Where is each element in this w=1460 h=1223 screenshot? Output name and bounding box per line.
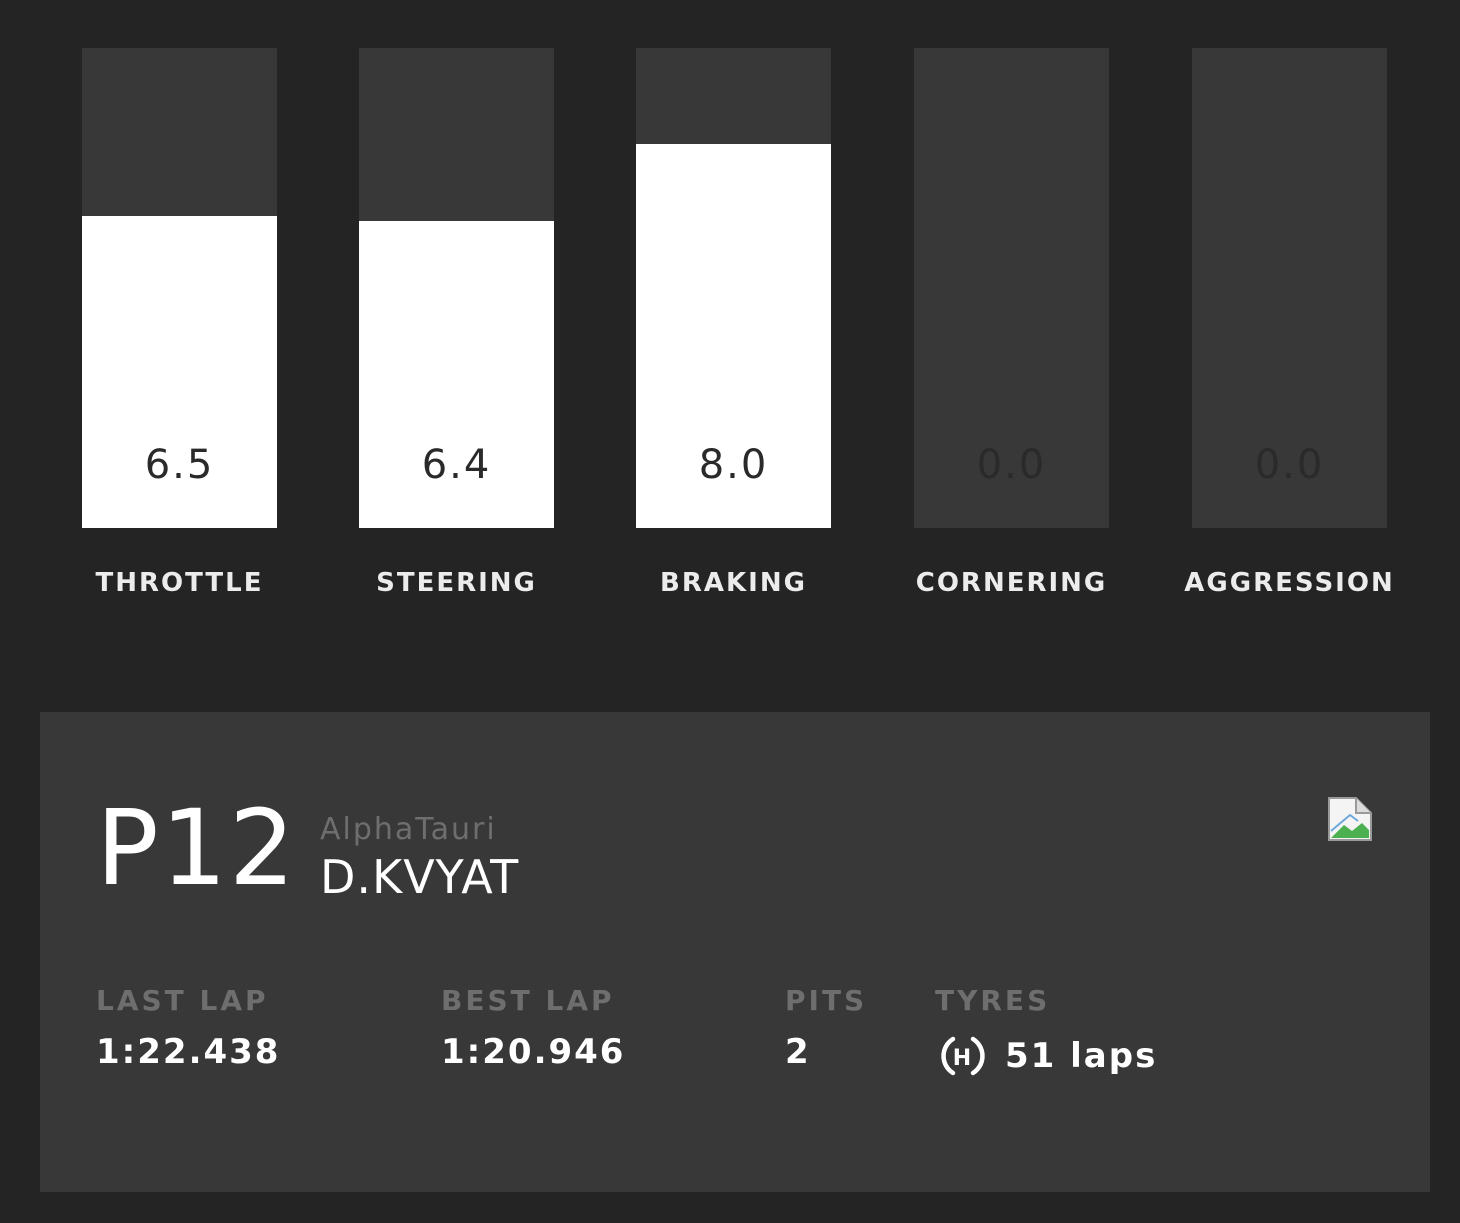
bar-track: 0.0 (1192, 48, 1387, 528)
bar-braking: 8.0 BRAKING (636, 48, 831, 598)
stat-last-lap: LAST LAP 1:22.438 (96, 984, 280, 1072)
bar-label: AGGRESSION (1184, 568, 1395, 598)
bar-value: 0.0 (1254, 442, 1325, 488)
bar-cornering: 0.0 CORNERING (914, 48, 1109, 598)
bar-track: 6.5 (82, 48, 277, 528)
bar-label: THROTTLE (95, 568, 264, 598)
stat-pits: PITS 2 (785, 984, 867, 1072)
stat-label: PITS (785, 984, 868, 1017)
driver-card: P12 AlphaTauri D.KVYAT LAST LAP 1:22.438… (40, 712, 1430, 1192)
team-name: AlphaTauri (320, 812, 497, 847)
stat-label: TYRES (935, 984, 1051, 1017)
bar-label: STEERING (376, 568, 537, 598)
stat-best-lap: BEST LAP 1:20.946 (441, 984, 625, 1072)
bar-steering: 6.4 STEERING (359, 48, 554, 598)
bar-throttle: 6.5 THROTTLE (82, 48, 277, 598)
bar-value: 6.5 (144, 442, 215, 488)
hard-tyre-icon: H (941, 1036, 985, 1076)
bar-value: 6.4 (421, 442, 492, 488)
bar-value: 0.0 (976, 442, 1047, 488)
driver-name: D.KVYAT (320, 850, 520, 904)
bar-track: 6.4 (359, 48, 554, 528)
stat-value-row: H 51 laps (935, 1032, 1157, 1080)
stat-label: BEST LAP (441, 984, 615, 1017)
bar-track: 0.0 (914, 48, 1109, 528)
bar-track: 8.0 (636, 48, 831, 528)
tyre-laps: 51 laps (1005, 1036, 1158, 1076)
bar-aggression: 0.0 AGGRESSION (1184, 48, 1393, 598)
stat-value: 1:20.946 (441, 1032, 626, 1072)
broken-image-icon (1328, 797, 1372, 841)
bar-label: CORNERING (915, 568, 1108, 598)
driver-rating-bars: 6.5 THROTTLE 6.4 STEERING 8.0 BRAKING 0.… (0, 0, 1460, 640)
stat-label: LAST LAP (96, 984, 269, 1017)
race-position: P12 (96, 787, 298, 909)
stat-value: 2 (785, 1032, 811, 1072)
stat-value: 1:22.438 (96, 1032, 281, 1072)
stat-tyres: TYRES H 51 laps (935, 984, 1157, 1080)
bar-value: 8.0 (698, 442, 769, 488)
bar-label: BRAKING (660, 568, 807, 598)
tyre-compound-letter: H (953, 1046, 973, 1071)
